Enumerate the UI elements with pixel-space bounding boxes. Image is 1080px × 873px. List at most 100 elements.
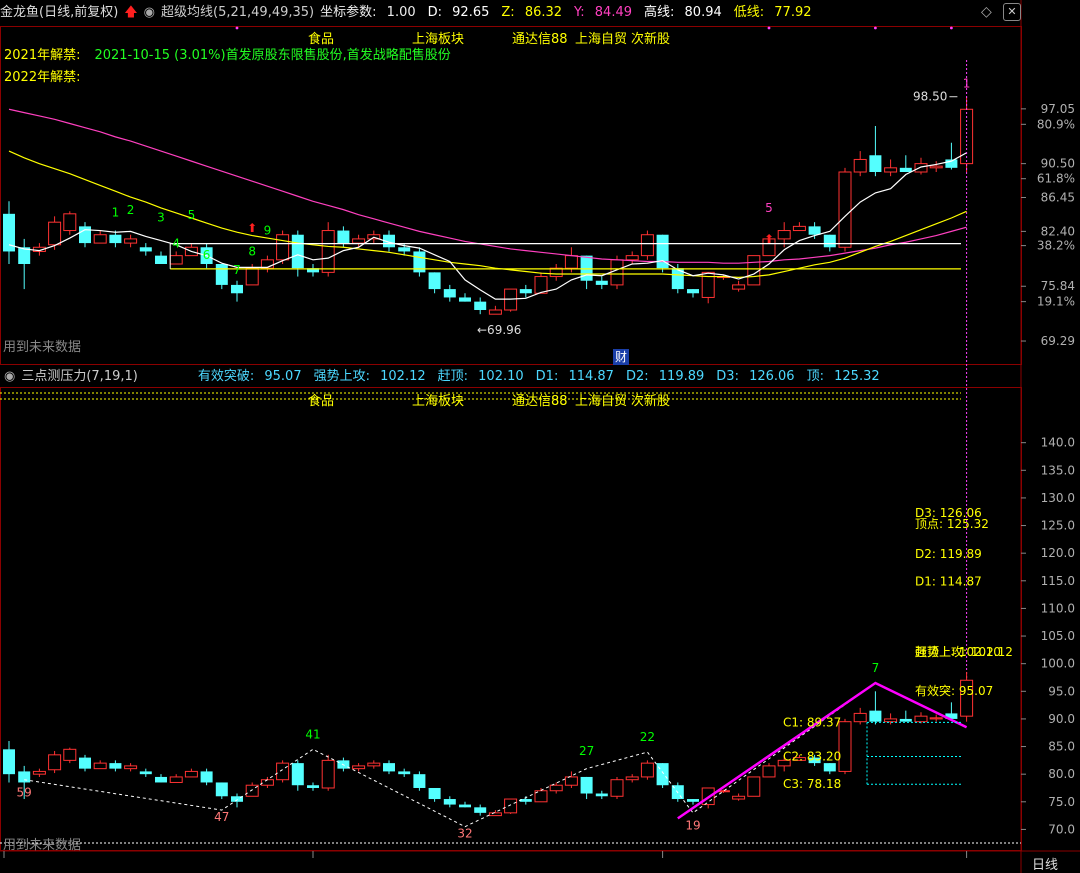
sub-panel-border: [0, 387, 1022, 851]
main-candle-body: [48, 221, 62, 246]
main-candle-body: [595, 280, 608, 285]
main-candle-body: [459, 297, 471, 302]
sub-candle-body: [625, 776, 639, 781]
main-candle-body: [838, 171, 852, 248]
sub-candle-body: [48, 754, 62, 771]
level-label: 赶顶上: 102.10: [915, 645, 1001, 659]
sub-candle-body: [488, 812, 502, 817]
pivot-label: 41: [305, 727, 320, 741]
chart-canvas[interactable]: 15986741 23 598.50←69.96⬆⬆97.0580.9%90.506…: [0, 0, 1080, 873]
count-label: 5: [765, 201, 773, 215]
main-candle-body: [139, 247, 152, 252]
indicator-name[interactable]: 超级均线(5,21,49,49,35): [161, 5, 314, 20]
main-candle-body: [914, 163, 928, 173]
main-candle-body: [124, 238, 138, 244]
sub-item-strong: 强势上攻: 102.12: [313, 369, 426, 384]
sub-candle-body: [321, 759, 335, 789]
count-label: 5: [188, 208, 196, 222]
sub-candle-body: [853, 712, 867, 723]
main-candle-body: [276, 234, 290, 261]
main-candle-body: [823, 234, 836, 248]
y-tick-label: 105.0: [1041, 629, 1075, 643]
sub-candle-body: [687, 799, 699, 802]
sub-candle-body: [155, 776, 167, 783]
sub-candle-body: [595, 793, 608, 797]
sub-candle-body: [3, 749, 15, 775]
main-candle-body: [155, 255, 167, 264]
sub-candle-body: [307, 785, 319, 788]
buy-arrow-icon: ⬆: [764, 232, 774, 246]
ma21-line: [8, 150, 967, 278]
y-tick-label: 75.84: [1041, 279, 1075, 293]
tag-tdx88: 通达信88: [512, 32, 568, 47]
y-tick-label: 82.40: [1041, 224, 1075, 238]
tag-new-sub: 次新股: [631, 394, 671, 409]
sub-candle-body: [260, 779, 274, 786]
finance-badge[interactable]: 财: [613, 349, 629, 365]
period-mode-button[interactable]: 日线: [1032, 854, 1058, 873]
settings-circle-icon[interactable]: ◉: [144, 5, 155, 20]
sub-candle-body: [428, 787, 441, 800]
y-tick-label: 115.0: [1041, 574, 1075, 588]
close-icon[interactable]: ✕: [1003, 3, 1021, 21]
main-candle-body: [337, 230, 350, 244]
sub-item-top: 顶: 125.32: [806, 369, 880, 384]
sub-candle-body: [504, 798, 518, 814]
main-header: 金龙鱼(日线,前复权) 🡅 ◉ 超级均线(5,21,49,49,35) 坐标参数: 1.…: [0, 0, 1020, 26]
main-candle-body: [443, 289, 456, 298]
count-label: 9: [264, 224, 272, 238]
main-candle-body: [853, 158, 867, 173]
c-level-label: C1: 89.37: [783, 715, 841, 729]
sub-candle-body: [474, 807, 487, 813]
main-candle-body: [291, 234, 304, 269]
main-candle-body: [519, 289, 532, 294]
sub-candle-body: [367, 762, 381, 767]
main-candle-body: [534, 276, 548, 294]
tags-sub: 食品 上海板块 通达信88 上海自贸 次新股: [0, 390, 1020, 409]
period-label[interactable]: (日线,前复权): [39, 5, 118, 20]
sub-candle-body: [291, 763, 304, 786]
main-candle-body: [564, 255, 578, 269]
unlock-2022: 2022年解禁:: [4, 70, 81, 85]
stock-name[interactable]: 金龙鱼: [0, 5, 39, 20]
sub-indicator-name[interactable]: 三点测压力(7,19,1): [21, 369, 138, 384]
y-tick-label: 97.05: [1041, 102, 1075, 116]
ma5-line: [8, 152, 967, 300]
pivot-label: 7: [872, 661, 880, 675]
sub-settings-icon[interactable]: ◉: [4, 369, 15, 384]
tag-new: 次新股: [631, 32, 671, 47]
main-candle-body: [231, 284, 243, 294]
sub-candle-body: [823, 763, 836, 772]
c-level-label: C3: 78.18: [783, 777, 841, 791]
y-tick-label: 90.0: [1048, 712, 1075, 726]
y-tick-label: 61.8%: [1037, 172, 1075, 186]
sub-candle-body: [352, 765, 366, 770]
y-tick-label: 70.0: [1048, 822, 1075, 836]
sub-candle-body: [413, 774, 426, 788]
y-tick-label: 80.9%: [1037, 117, 1075, 131]
collapse-icon[interactable]: ◇: [981, 4, 992, 20]
main-candle-body: [899, 167, 912, 172]
ma49-line: [8, 108, 967, 264]
y-tick-label: 38.2%: [1037, 239, 1075, 253]
main-candle-body: [777, 230, 791, 240]
sub-candle-body: [732, 795, 746, 800]
pivot-label: 19: [685, 818, 700, 832]
main-candle-body: [428, 272, 441, 290]
main-candle-body: [474, 301, 487, 310]
main-candle-body: [687, 289, 699, 294]
pivot-label: 27: [579, 744, 594, 758]
sub-candle-body: [929, 717, 943, 720]
chart-stage[interactable]: 1 5 9 8 6 7 4 1 2 3 5 98.50 ←69.96 ⬆ ⬆ 97.05 80.9% 90.50 6…: [0, 0, 1080, 873]
sub-candle-body: [139, 771, 152, 775]
param-y: Y: 84.49: [574, 5, 632, 20]
main-candle-body: [580, 255, 593, 281]
count-label: 4: [172, 236, 180, 250]
main-candle-body: [79, 226, 91, 244]
sub-candle-body: [200, 771, 213, 783]
sub-item-d2: D2: 119.89: [625, 369, 705, 384]
sub-candle-body: [18, 771, 31, 783]
count-label: 6: [203, 248, 211, 262]
count-label: 3: [157, 210, 165, 224]
high-price-label: 98.50: [913, 90, 947, 104]
